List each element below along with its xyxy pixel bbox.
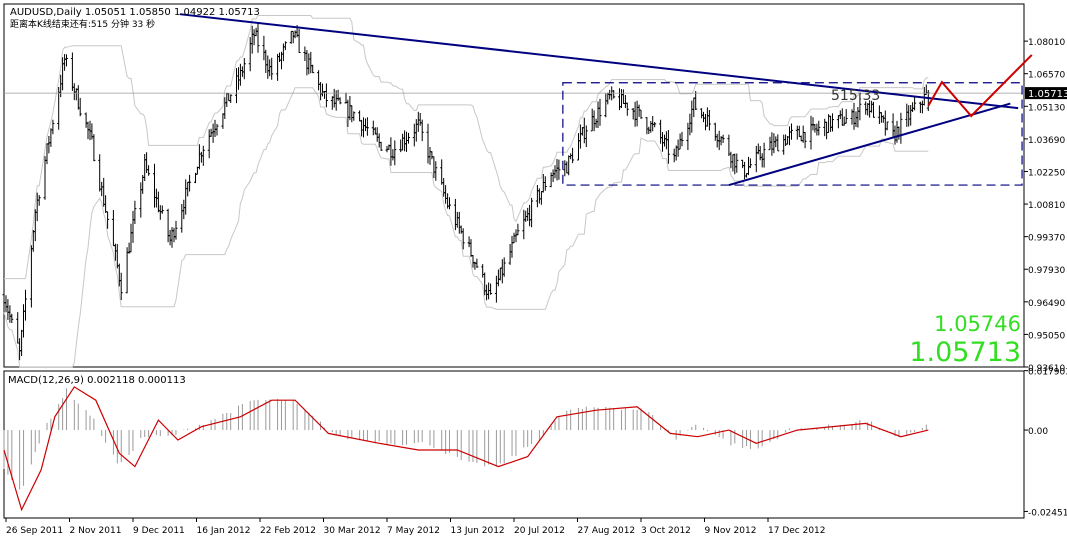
price-tick-label: 1.03690	[1028, 136, 1065, 146]
macd-tick-label: 0.017903	[1028, 368, 1067, 378]
chart-title: AUDUSD,Daily 1.05051 1.05850 1.04922 1.0…	[10, 7, 260, 18]
price-tick-label: 0.96490	[1028, 299, 1065, 309]
time-tick-label: 17 Dec 2012	[768, 526, 826, 536]
time-tick-label: 13 Jun 2012	[451, 526, 505, 536]
price-tick-label: 1.08010	[1028, 38, 1065, 48]
time-tick-label: 9 Dec 2011	[133, 526, 185, 536]
price-tick-label: 1.02250	[1028, 168, 1065, 178]
price-tick-label: 0.97930	[1028, 266, 1065, 276]
macd-tick-label: 0.00	[1028, 427, 1048, 437]
time-tick-label: 7 May 2012	[387, 526, 440, 536]
ask-price-label: 1.05713	[909, 337, 1021, 368]
time-tick-label: 20 Jul 2012	[514, 526, 565, 536]
price-tick-label: 1.05130	[1028, 103, 1065, 113]
current-price-marker-label: 1.05713	[1028, 89, 1067, 100]
time-tick-label: 22 Feb 2012	[260, 526, 316, 536]
macd-title: MACD(12,26,9) 0.002118 0.000113	[8, 375, 186, 386]
mt4-chart-window[interactable]: 1.08010 1.06570 1.05130 1.03690 1.02250 1.008…	[0, 0, 1067, 540]
price-tick-label: 1.06570	[1028, 71, 1065, 81]
time-tick-label: 16 Jan 2012	[197, 526, 251, 536]
bar-timer-label: 515:33	[831, 88, 880, 104]
chart-background	[0, 0, 1067, 540]
bid-price-label: 1.05746	[934, 312, 1021, 336]
price-tick-label: 1.00810	[1028, 201, 1065, 211]
bar-countdown: 距离本K线结束还有:515 分钟 33 秒	[10, 18, 155, 30]
price-tick-label: 0.95050	[1028, 331, 1065, 341]
time-tick-label: 9 Nov 2012	[705, 526, 757, 536]
time-tick-label: 2 Nov 2011	[70, 526, 122, 536]
time-tick-label: 26 Sep 2011	[6, 526, 63, 536]
time-tick-label: 27 Aug 2012	[578, 526, 636, 536]
time-tick-label: 30 Mar 2012	[324, 526, 381, 536]
time-tick-label: 3 Oct 2012	[641, 526, 691, 536]
macd-tick-label: -0.024519	[1028, 508, 1067, 518]
price-tick-label: 0.99370	[1028, 234, 1065, 244]
